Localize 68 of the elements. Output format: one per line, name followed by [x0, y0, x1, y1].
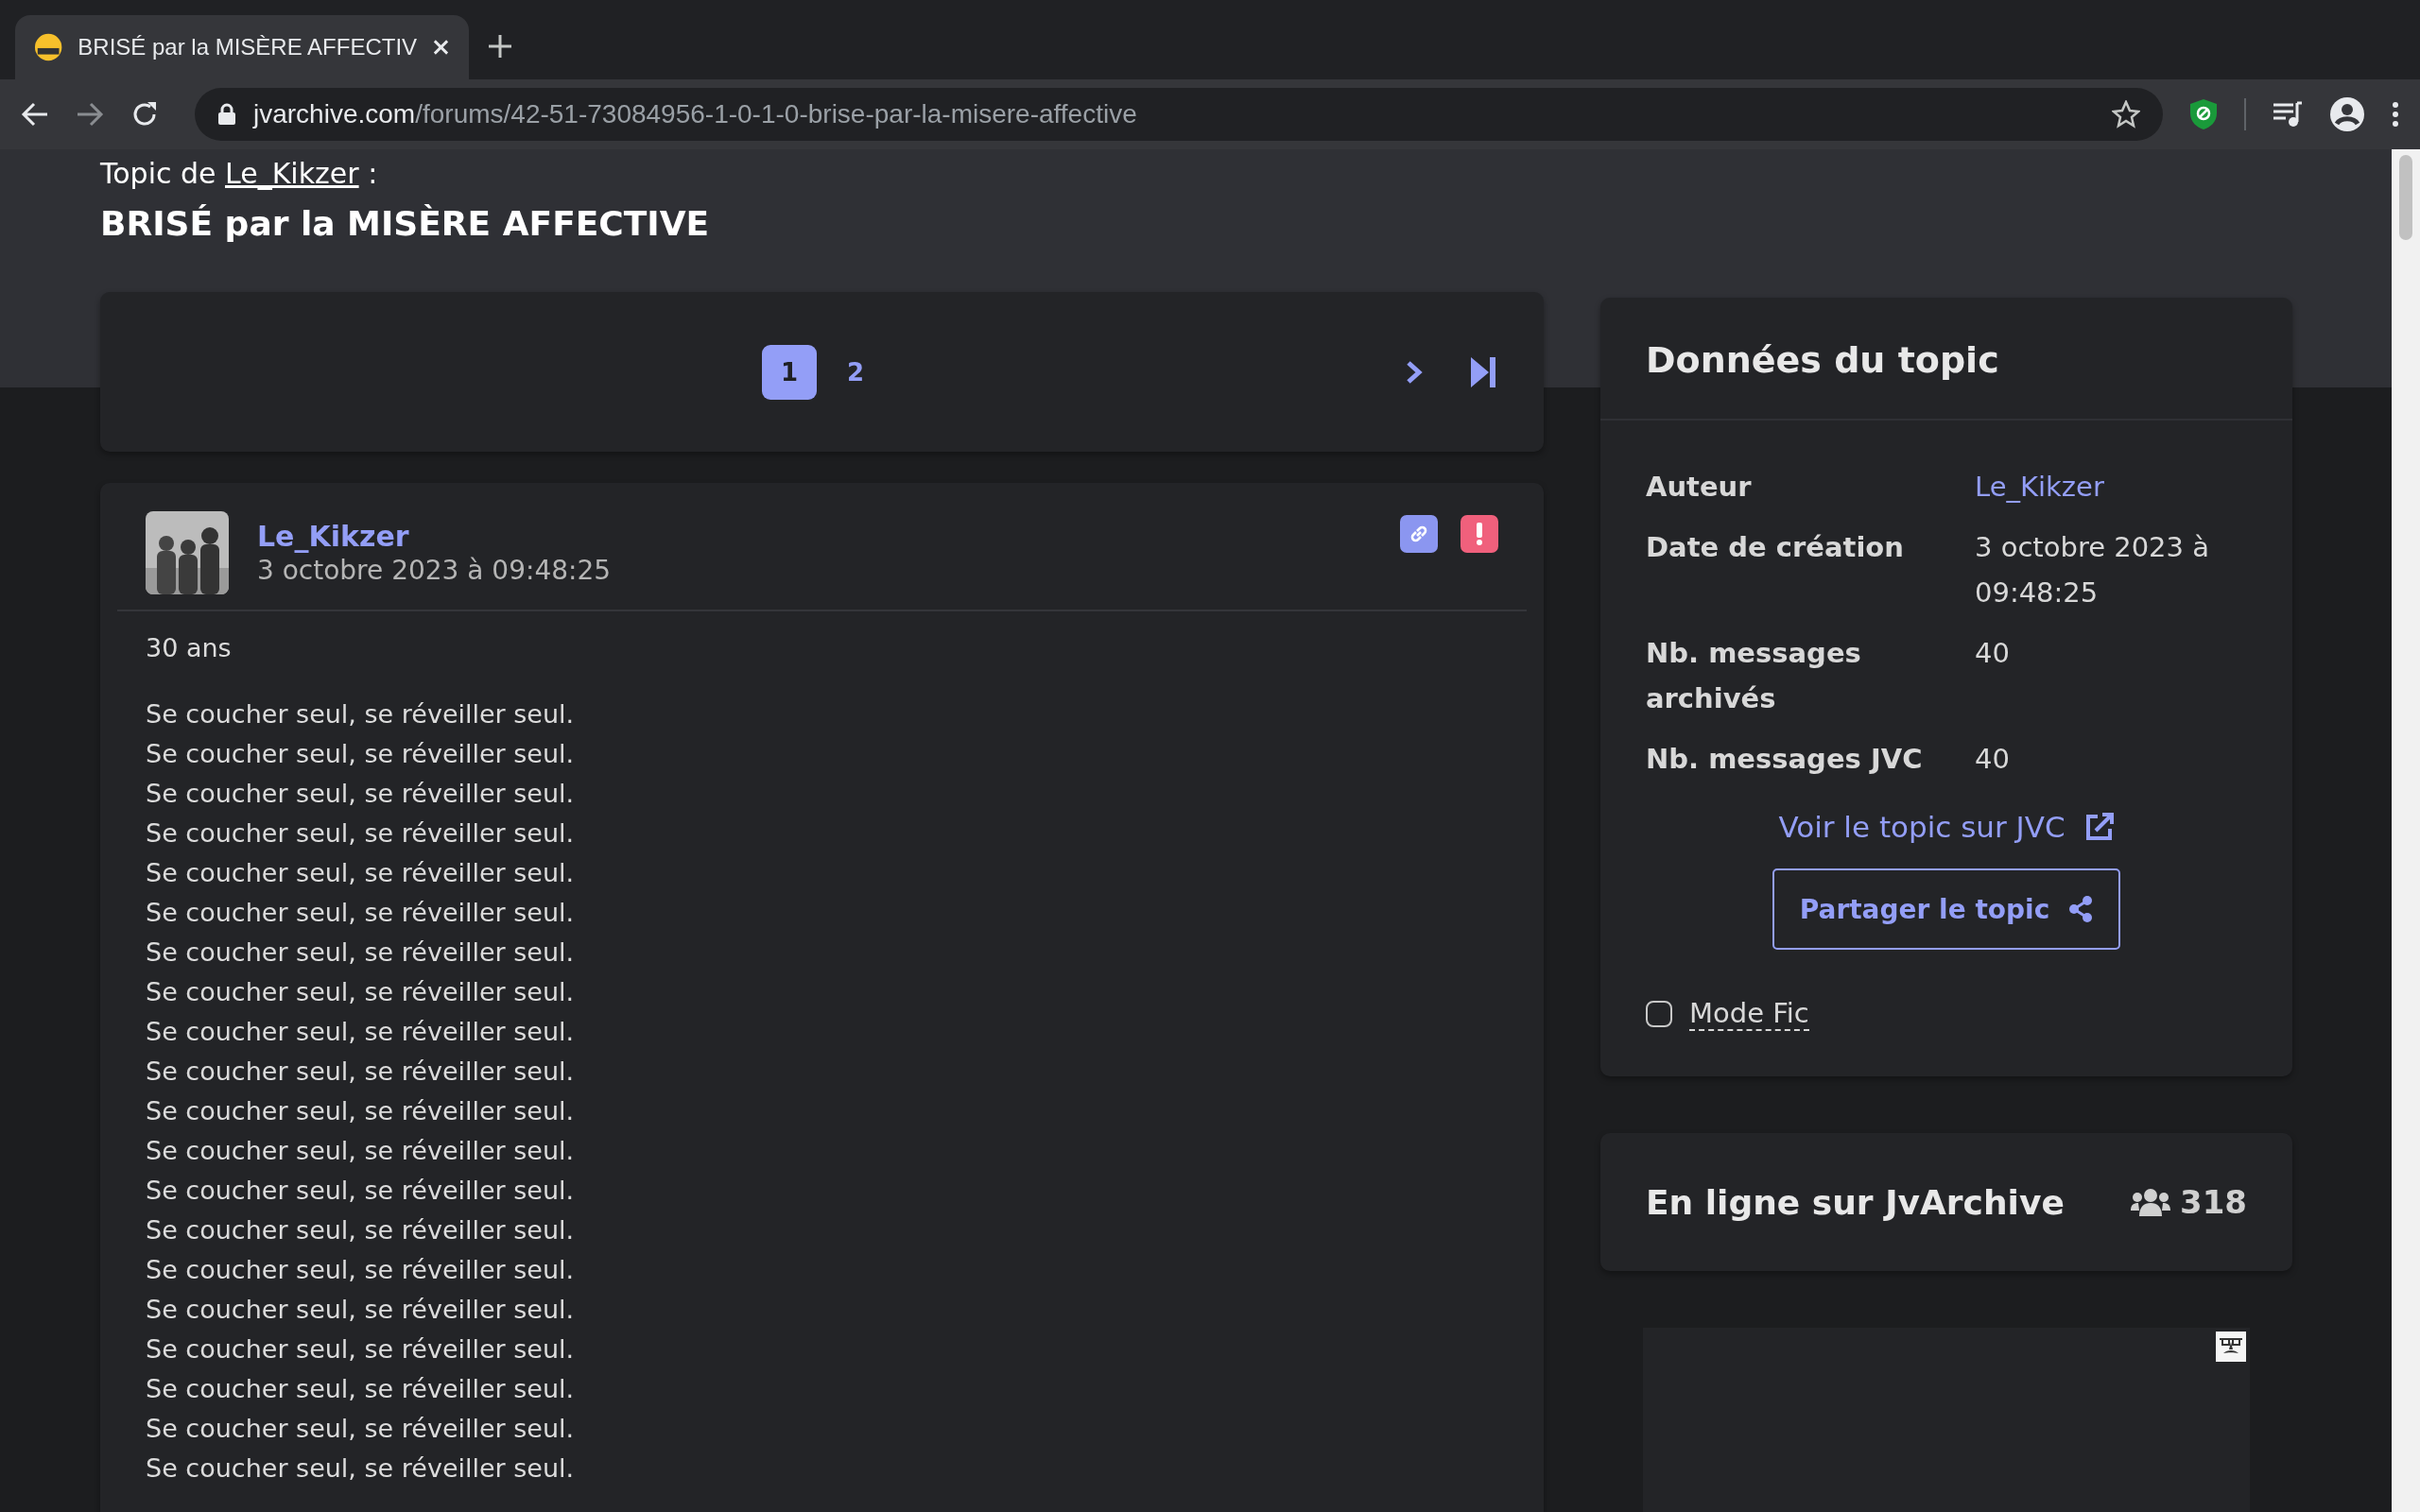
post-line: Se coucher seul, se réveiller seul.: [146, 1175, 576, 1207]
forward-icon[interactable]: [76, 100, 104, 129]
data-value: 40: [1975, 636, 2011, 671]
checkbox[interactable]: [1646, 1001, 1672, 1027]
menu-icon[interactable]: [2392, 101, 2399, 128]
last-page-icon[interactable]: [1470, 355, 1496, 388]
star-icon[interactable]: [2112, 100, 2140, 129]
new-tab-icon[interactable]: [488, 34, 512, 59]
scrollbar[interactable]: [2392, 149, 2420, 1512]
post-line: Se coucher seul, se réveiller seul.: [146, 1135, 576, 1167]
post-line: Se coucher seul, se réveiller seul.: [146, 1294, 576, 1326]
colon: :: [367, 157, 378, 190]
page-button[interactable]: 2: [828, 344, 883, 400]
post-line: Se coucher seul, se réveiller seul.: [146, 817, 576, 850]
users-icon: [2131, 1188, 2170, 1216]
data-label: Nb. messages JVC: [1646, 742, 1924, 777]
disguise-icon: [2216, 1332, 2246, 1362]
post-author[interactable]: Le_Kikzer: [257, 520, 1372, 553]
post-line: Se coucher seul, se réveiller seul.: [146, 738, 576, 770]
post-line: Se coucher seul, se réveiller seul.: [146, 1254, 576, 1286]
post-text: 30 ans: [146, 632, 233, 664]
data-value: 40: [1975, 742, 2011, 777]
post-line: Se coucher seul, se réveiller seul.: [146, 897, 576, 929]
author-link[interactable]: Le_Kikzer: [1975, 464, 2247, 509]
post-line: Se coucher seul, se réveiller seul.: [146, 1413, 576, 1445]
post-line: Se coucher seul, se réveiller seul.: [146, 1452, 576, 1485]
author-link[interactable]: Le_Kikzer: [225, 157, 359, 190]
emoji-icon: [34, 32, 63, 62]
page-button[interactable]: 1: [762, 344, 817, 400]
data-label: Auteur: [1646, 470, 1753, 505]
address-bar[interactable]: jvarchive.com/forums/42-51-73084956-1-0-1-0-brise-par-la-misere-affective: [195, 88, 2163, 141]
card-title: En ligne sur JvArchive: [1646, 1182, 2065, 1222]
url-text: jvarchive.com/forums/42-51-73084956-1-0-1-0-brise-par-la-misere-affective: [253, 99, 1138, 129]
topic-prefix: Topic de: [100, 157, 217, 190]
checkbox-label[interactable]: Mode Fic: [1689, 997, 1809, 1031]
post-line: Se coucher seul, se réveiller seul.: [146, 1214, 576, 1246]
lock-icon: [217, 103, 236, 126]
data-label: Date de création: [1646, 530, 1905, 565]
close-icon[interactable]: [432, 38, 450, 57]
browser-tab[interactable]: BRISÉ par la MISÈRE AFFECTIV: [15, 15, 469, 79]
shield-icon[interactable]: [2189, 98, 2218, 130]
tab-title: BRISÉ par la MISÈRE AFFECTIV: [78, 34, 418, 60]
jvc-link[interactable]: Voir le topic sur JVC: [1778, 810, 2115, 844]
playlist-icon[interactable]: [2273, 101, 2303, 128]
profile-icon[interactable]: [2329, 96, 2365, 132]
share-icon: [2068, 896, 2094, 922]
post-line: Se coucher seul, se réveiller seul.: [146, 778, 576, 810]
link-icon[interactable]: [1400, 515, 1438, 553]
report-icon[interactable]: [1461, 515, 1498, 553]
back-icon[interactable]: [21, 100, 49, 129]
post-line: Se coucher seul, se réveiller seul.: [146, 976, 576, 1008]
post-line: Se coucher seul, se réveiller seul.: [146, 857, 576, 889]
next-page-icon[interactable]: [1406, 359, 1423, 385]
share-button[interactable]: Partager le topic: [1772, 868, 2120, 950]
post-line: Se coucher seul, se réveiller seul.: [146, 698, 576, 730]
data-label: Nb. messages archivés: [1646, 636, 1862, 716]
post-line: Se coucher seul, se réveiller seul.: [146, 936, 576, 969]
external-link-icon: [2083, 812, 2115, 842]
post-line: Se coucher seul, se réveiller seul.: [146, 1095, 576, 1127]
post-line: Se coucher seul, se réveiller seul.: [146, 1016, 576, 1048]
post-line: Se coucher seul, se réveiller seul.: [146, 1333, 576, 1366]
online-count: 318: [2180, 1183, 2247, 1221]
card-title: Données du topic: [1600, 298, 2292, 421]
post-line: Se coucher seul, se réveiller seul.: [146, 1373, 576, 1405]
topic-title: BRISÉ par la MISÈRE AFFECTIVE: [100, 204, 711, 243]
post-date: 3 octobre 2023 à 09:48:25: [257, 555, 613, 586]
data-value: 3 octobre 2023 à 09:48:25: [1975, 530, 2210, 610]
post-line: Se coucher seul, se réveiller seul.: [146, 1056, 576, 1088]
